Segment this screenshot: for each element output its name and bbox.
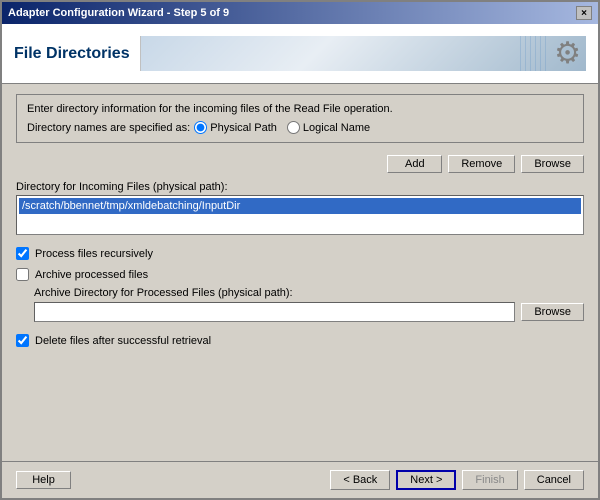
directory-list[interactable]: /scratch/bbennet/tmp/xmldebatching/Input… bbox=[16, 195, 584, 235]
delete-files-row[interactable]: Delete files after successful retrieval bbox=[16, 334, 584, 347]
window-title: Adapter Configuration Wizard - Step 5 of… bbox=[8, 7, 229, 19]
content-area: Enter directory information for the inco… bbox=[2, 84, 598, 461]
directory-section: Directory for Incoming Files (physical p… bbox=[16, 181, 584, 235]
radio-physical-item[interactable]: Physical Path bbox=[194, 121, 277, 134]
directory-label: Directory for Incoming Files (physical p… bbox=[16, 181, 584, 193]
delete-files-label: Delete files after successful retrieval bbox=[35, 335, 211, 347]
description-text: Enter directory information for the inco… bbox=[27, 103, 573, 115]
archive-checkbox[interactable] bbox=[16, 268, 29, 281]
process-recursive-label: Process files recursively bbox=[35, 248, 153, 260]
header-decoration: ⚙ bbox=[140, 36, 586, 71]
logical-name-radio[interactable] bbox=[287, 121, 300, 134]
cancel-button[interactable]: Cancel bbox=[524, 470, 584, 490]
archive-path-label: Archive Directory for Processed Files (p… bbox=[16, 287, 584, 299]
header-area: File Directories ⚙ bbox=[2, 24, 598, 84]
close-button[interactable]: × bbox=[576, 6, 592, 20]
help-button[interactable]: Help bbox=[16, 471, 71, 489]
archive-section: Archive processed files Archive Director… bbox=[16, 268, 584, 322]
archive-browse-button[interactable]: Browse bbox=[521, 303, 584, 321]
radio-logical-item[interactable]: Logical Name bbox=[287, 121, 370, 134]
footer-nav-buttons: < Back Next > Finish Cancel bbox=[330, 470, 584, 490]
archive-label: Archive processed files bbox=[35, 269, 148, 281]
process-recursive-row[interactable]: Process files recursively bbox=[16, 247, 584, 260]
footer: Help < Back Next > Finish Cancel bbox=[2, 461, 598, 498]
directory-value: /scratch/bbennet/tmp/xmldebatching/Input… bbox=[19, 198, 581, 214]
deco-lines bbox=[520, 36, 546, 71]
title-bar: Adapter Configuration Wizard - Step 5 of… bbox=[2, 2, 598, 24]
physical-path-radio[interactable] bbox=[194, 121, 207, 134]
delete-files-checkbox[interactable] bbox=[16, 334, 29, 347]
archive-input-area: Browse bbox=[16, 302, 584, 322]
page-title: File Directories bbox=[14, 45, 130, 63]
archive-path-input[interactable] bbox=[34, 302, 515, 322]
add-button[interactable]: Add bbox=[387, 155, 442, 173]
wizard-window: Adapter Configuration Wizard - Step 5 of… bbox=[0, 0, 600, 500]
gear-icon: ⚙ bbox=[554, 36, 581, 71]
radio-prefix: Directory names are specified as: bbox=[27, 122, 190, 134]
physical-path-label: Physical Path bbox=[210, 122, 277, 134]
radio-group: Directory names are specified as: Physic… bbox=[27, 121, 573, 134]
info-box: Enter directory information for the inco… bbox=[16, 94, 584, 143]
browse-button[interactable]: Browse bbox=[521, 155, 584, 173]
finish-button[interactable]: Finish bbox=[462, 470, 517, 490]
action-buttons-row: Add Remove Browse bbox=[16, 155, 584, 173]
remove-button[interactable]: Remove bbox=[448, 155, 515, 173]
logical-name-label: Logical Name bbox=[303, 122, 370, 134]
next-button[interactable]: Next > bbox=[396, 470, 456, 490]
back-button[interactable]: < Back bbox=[330, 470, 390, 490]
archive-header: Archive processed files bbox=[16, 268, 584, 281]
process-recursive-checkbox[interactable] bbox=[16, 247, 29, 260]
